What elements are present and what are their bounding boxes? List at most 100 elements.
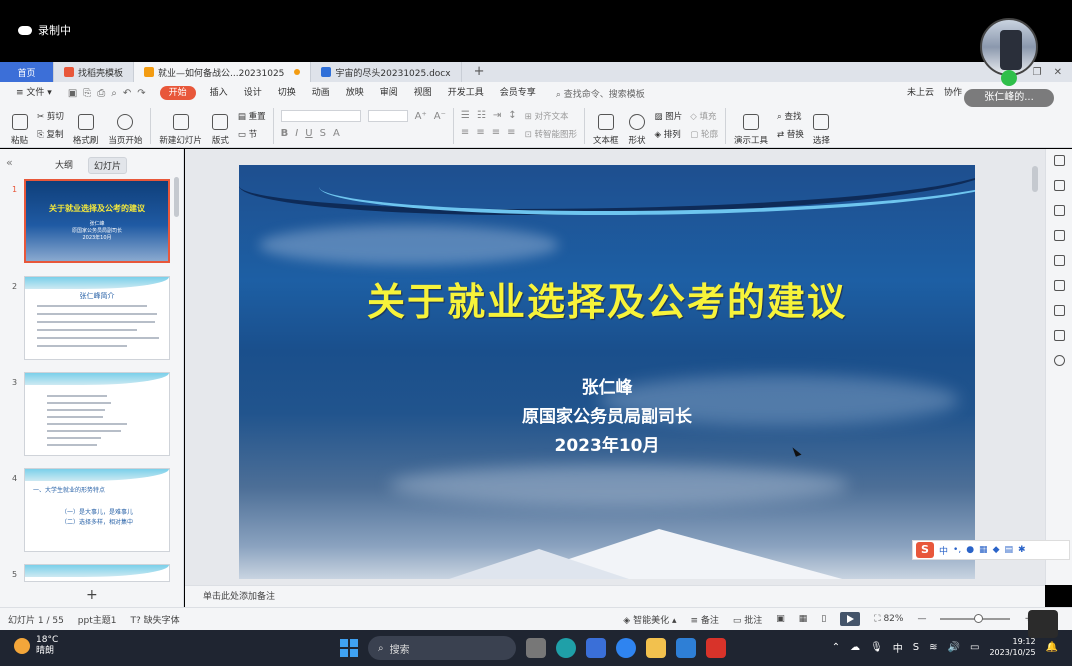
fill-button[interactable]: ◇ 填充 (690, 110, 718, 122)
indent-icon[interactable]: ⇥ (493, 110, 501, 121)
slide-thumbnail-5[interactable] (24, 564, 170, 582)
file-explorer-icon[interactable] (646, 638, 666, 658)
tab-home[interactable]: 首页 (0, 62, 54, 82)
collapse-icon[interactable] (1053, 155, 1065, 166)
tab-presentation[interactable]: 就业—如何备战公...20231025 (134, 62, 312, 82)
panel-scrollbar[interactable] (174, 177, 179, 217)
command-search[interactable]: ⌕ 查找命令、搜索模板 (556, 87, 645, 100)
theme-name[interactable]: ppt主题1 (78, 613, 117, 626)
edge-icon[interactable] (556, 638, 576, 658)
reset-button[interactable]: ▤ 重置 (238, 110, 266, 122)
menu-review[interactable]: 审阅 (372, 82, 406, 104)
browser-icon[interactable] (616, 638, 636, 658)
bold-icon[interactable]: B (281, 128, 289, 139)
format-painter-button[interactable]: 格式刷 (68, 104, 104, 146)
clock[interactable]: 19:12 2023/10/25 (989, 636, 1035, 658)
mic-icon[interactable]: 🎙 (870, 642, 883, 653)
layout-button[interactable]: 版式 (207, 104, 234, 146)
menu-slideshow[interactable]: 放映 (338, 82, 372, 104)
collab-button[interactable]: 协作 (944, 82, 962, 104)
menu-member[interactable]: 会员专享 (492, 82, 544, 104)
menu-design[interactable]: 设计 (236, 82, 270, 104)
replace-button[interactable]: ⇄ 替换 (777, 128, 804, 140)
menu-start[interactable]: 开始 (159, 86, 196, 100)
undo-icon[interactable]: ↶ (123, 88, 131, 99)
settings-icon[interactable]: ✱ (1018, 545, 1026, 555)
ime-toolbar[interactable]: S 中 •, ● ▦ ◆ ▤ ✱ (912, 540, 1070, 560)
help-icon[interactable] (1053, 355, 1065, 366)
screen-share-icon[interactable] (1028, 610, 1058, 638)
collapse-panel-icon[interactable]: « (6, 156, 13, 169)
slide-thumbnail-3[interactable] (24, 372, 170, 456)
location-icon[interactable] (1053, 305, 1065, 316)
font-size-select[interactable] (367, 110, 408, 122)
presenter-tools-button[interactable]: 演示工具 (729, 104, 773, 146)
redo-icon[interactable]: ↷ (137, 88, 145, 99)
underline-icon[interactable]: U (305, 128, 312, 139)
start-menu-icon[interactable] (340, 639, 358, 657)
copy-button[interactable]: ⎘ 复制 (37, 128, 64, 140)
export-icon[interactable]: ⎘ (83, 88, 91, 99)
menu-developer[interactable]: 开发工具 (440, 82, 492, 104)
slide-thumbnail-1[interactable]: 关于就业选择及公考的建议 张仁峰 原国家公务员局副司长 2023年10月 (24, 179, 170, 263)
chevron-up-icon[interactable]: ⌃ (832, 642, 840, 653)
close-icon[interactable]: ✕ (1054, 67, 1062, 78)
bullets-icon[interactable]: ☰ (461, 110, 470, 121)
cut-button[interactable]: ✂ 剪切 (37, 110, 64, 122)
sogou-tray-icon[interactable]: S (913, 642, 919, 653)
normal-view-icon[interactable]: ▣ (776, 614, 785, 624)
slide-position[interactable]: 原国家公务员局副司长 (239, 402, 975, 427)
recording-indicator[interactable]: 录制中 (18, 22, 71, 38)
magic-icon[interactable] (1053, 180, 1065, 191)
photos-icon[interactable] (676, 638, 696, 658)
shrink-font-icon[interactable]: A⁻ (434, 111, 446, 122)
book-icon[interactable] (1053, 330, 1065, 341)
font-color-icon[interactable]: A (333, 128, 340, 139)
toolbox-icon[interactable]: ▤ (1004, 545, 1013, 555)
justify-icon[interactable]: ≡ (507, 127, 515, 138)
canvas-scrollbar[interactable] (1032, 166, 1038, 192)
slide-canvas[interactable]: 关于就业选择及公考的建议 张仁峰 原国家公务员局副司长 2023年10月 (185, 149, 1045, 585)
italic-icon[interactable]: I (295, 128, 298, 139)
numbering-icon[interactable]: ☷ (477, 110, 486, 121)
slide-thumbnail-2[interactable]: 张仁峰简介 (24, 276, 170, 360)
restore-icon[interactable]: ❐ (1033, 67, 1042, 78)
adjust-icon[interactable] (1053, 205, 1065, 216)
menu-animation[interactable]: 动画 (304, 82, 338, 104)
tab-template[interactable]: 找稻壳模板 (54, 62, 135, 82)
slide-thumbnail-4[interactable]: 一、大学生就业的形势特点 （一）是大事儿，是难事儿 （二）选择多样，相对集中 (24, 468, 170, 552)
wps-taskbar-icon[interactable] (706, 638, 726, 658)
section-button[interactable]: ▭ 节 (238, 128, 266, 140)
ime-mode[interactable]: 中 (939, 544, 948, 557)
keyboard-icon[interactable]: ▦ (979, 545, 988, 555)
select-button[interactable]: 选择 (808, 104, 835, 146)
slide-author[interactable]: 张仁峰 (239, 373, 975, 398)
outline-button[interactable]: ▢ 轮廓 (690, 128, 718, 140)
textbox-button[interactable]: 文本框 (588, 104, 624, 146)
skin-icon[interactable]: ◆ (993, 545, 1000, 555)
print-icon[interactable]: ⎙ (97, 88, 105, 99)
zoom-out-icon[interactable]: — (917, 614, 926, 624)
pin-icon[interactable] (1053, 230, 1065, 241)
picture-button[interactable]: ▨ 图片 (655, 110, 683, 122)
menu-insert[interactable]: 插入 (202, 82, 236, 104)
camera-thumbnail[interactable] (980, 18, 1038, 76)
task-view-icon[interactable] (526, 638, 546, 658)
start-from-current-button[interactable]: 当页开始 (103, 104, 147, 146)
notes-area[interactable]: 单击此处添加备注 (185, 585, 1045, 607)
add-slide-button[interactable]: + (86, 587, 98, 603)
onedrive-icon[interactable]: ☁ (850, 642, 860, 653)
tab-slides[interactable]: 幻灯片 (88, 157, 128, 174)
arrange-button[interactable]: ◈ 排列 (655, 128, 683, 140)
punctuation-icon[interactable]: •, (953, 545, 961, 555)
save-icon[interactable]: ▣ (68, 88, 77, 99)
current-slide[interactable]: 关于就业选择及公考的建议 张仁峰 原国家公务员局副司长 2023年10月 (239, 165, 975, 579)
align-center-icon[interactable]: ≡ (476, 127, 484, 138)
new-tab-button[interactable]: + (462, 62, 497, 82)
grow-font-icon[interactable]: A⁺ (415, 111, 427, 122)
weather-widget[interactable]: 18°C 晴朗 (14, 635, 58, 657)
comments-toggle[interactable]: ▭ 批注 (733, 613, 762, 626)
slide-title[interactable]: 关于就业选择及公考的建议 (239, 271, 975, 326)
sorter-view-icon[interactable]: ▦ (799, 614, 808, 624)
paste-button[interactable]: 粘贴 (6, 104, 33, 146)
